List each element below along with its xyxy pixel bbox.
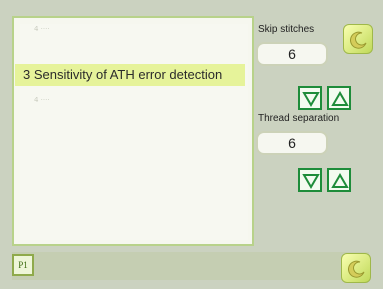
list-item-selected[interactable]: 3 Sensitivity of ATH error detection [15, 64, 245, 86]
thread-separation-label: Thread separation [258, 113, 340, 124]
settings-list-panel [12, 16, 254, 246]
thread-separation-value[interactable]: 6 [256, 131, 328, 155]
skip-stitches-increase-button[interactable] [327, 86, 351, 110]
up-arrow-icon [331, 173, 349, 188]
screen: 4 ···· 3 Sensitivity of ATH error detect… [0, 0, 383, 289]
skip-stitches-label: Skip stitches [258, 24, 315, 35]
page-tab-p1[interactable]: P1 [12, 254, 34, 276]
list-item-faint-middle[interactable]: 4 ···· [34, 96, 50, 104]
top-moon-button[interactable] [343, 24, 373, 54]
moon-icon [348, 260, 365, 278]
moon-icon [350, 31, 367, 49]
thread-separation-increase-button[interactable] [327, 168, 351, 192]
bottom-bar [12, 252, 369, 280]
thread-separation-decrease-button[interactable] [298, 168, 322, 192]
down-arrow-icon [302, 92, 320, 107]
list-item-faint-top[interactable]: 4 ···· [34, 25, 50, 33]
down-arrow-icon [302, 174, 320, 189]
up-arrow-icon [331, 91, 349, 106]
list-background [20, 24, 248, 240]
bottom-moon-button[interactable] [341, 253, 371, 283]
skip-stitches-value[interactable]: 6 [256, 42, 328, 66]
skip-stitches-decrease-button[interactable] [298, 86, 322, 110]
